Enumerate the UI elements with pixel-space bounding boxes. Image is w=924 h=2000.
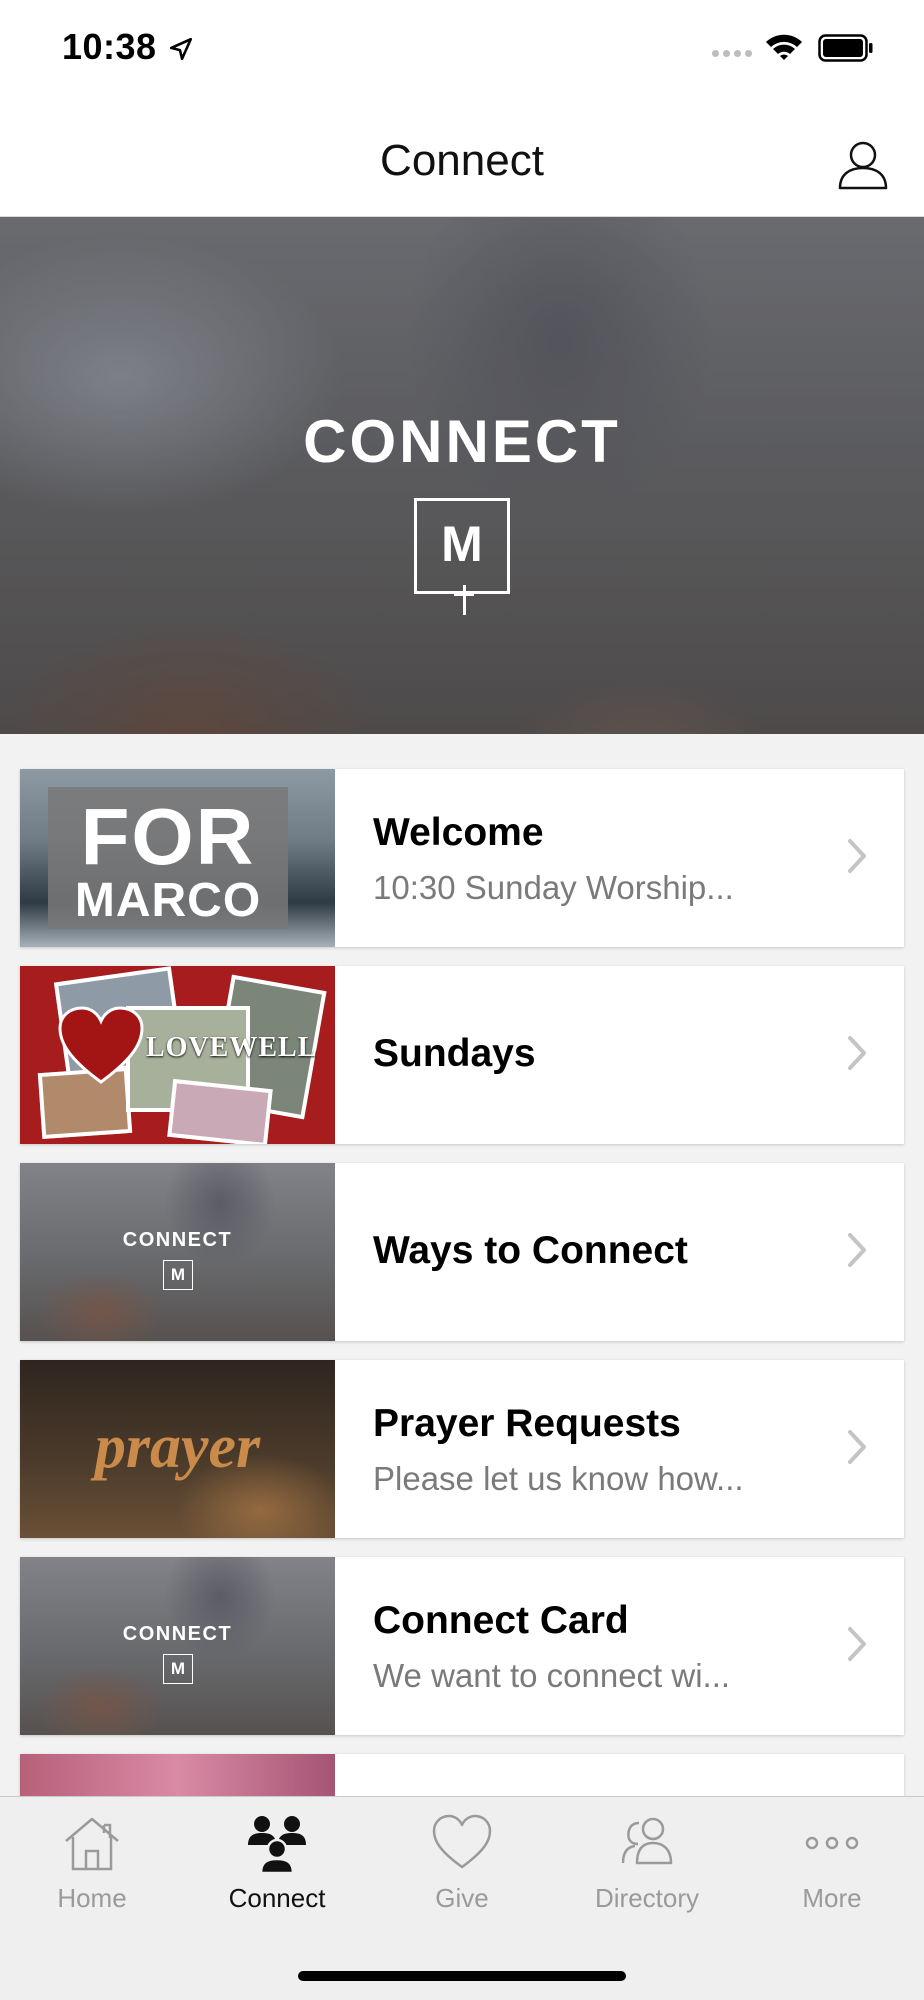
list-item-welcome[interactable]: FOR MARCO Welcome 10:30 Sunday Worship..… <box>20 769 904 947</box>
list-item-connect-card[interactable]: CONNECT M Connect Card We want to connec… <box>20 1557 904 1735</box>
people-icon <box>248 1816 306 1875</box>
profile-icon[interactable] <box>836 138 890 192</box>
list-item-ways-to-connect[interactable]: CONNECT M Ways to Connect <box>20 1163 904 1341</box>
tab-home[interactable]: Home <box>0 1811 184 1921</box>
list-item-subtitle: Please let us know how... <box>373 1460 744 1497</box>
hero-banner: CONNECT M <box>0 217 924 734</box>
prayer-thumbnail: prayer <box>20 1360 335 1538</box>
page-title: Connect <box>380 136 544 185</box>
church-logo: M <box>414 498 510 615</box>
list-item-subtitle: We want to connect wi... <box>373 1657 731 1694</box>
navigation-bar: Connect <box>0 100 924 217</box>
list-item-sundays[interactable]: LOVEWELL Sundays <box>20 966 904 1144</box>
connect-card-thumbnail: CONNECT M <box>20 1557 335 1735</box>
location-arrow-icon <box>169 37 193 61</box>
list-item-title: Welcome <box>373 811 544 854</box>
tab-connect[interactable]: Connect <box>185 1811 369 1921</box>
list-item-title: Sundays <box>373 1032 536 1075</box>
tab-directory[interactable]: Directory <box>555 1811 739 1921</box>
list-item-title: Ways to Connect <box>373 1229 688 1272</box>
chevron-right-icon <box>848 1233 866 1267</box>
contacts-icon <box>621 1817 673 1865</box>
tab-label: Give <box>435 1883 489 1913</box>
hero-title: CONNECT <box>303 408 621 475</box>
wifi-icon <box>766 34 802 60</box>
tab-give[interactable]: Give <box>370 1811 554 1921</box>
battery-icon <box>818 34 873 62</box>
tab-label: More <box>802 1883 862 1913</box>
list-item-prayer-requests[interactable]: prayer Prayer Requests Please let us kno… <box>20 1360 904 1538</box>
chevron-right-icon <box>848 1036 866 1070</box>
tab-label: Directory <box>594 1883 699 1913</box>
tab-bar: Home Connect Give Directory More <box>0 1796 924 2000</box>
more-icon <box>805 1836 859 1850</box>
list-item-title: Connect Card <box>373 1599 629 1642</box>
cellular-signal-icon <box>712 50 752 57</box>
home-indicator[interactable] <box>298 1971 626 1981</box>
sundays-thumbnail: LOVEWELL <box>20 966 335 1144</box>
welcome-thumbnail: FOR MARCO <box>20 769 335 947</box>
heart-icon <box>432 1814 492 1869</box>
house-icon <box>65 1817 119 1871</box>
list-item-subtitle: 10:30 Sunday Worship... <box>373 869 734 906</box>
chevron-right-icon <box>848 1430 866 1464</box>
tab-label: Home <box>57 1883 127 1913</box>
chevron-right-icon <box>848 1627 866 1661</box>
heart-icon <box>58 1006 144 1084</box>
status-bar: 10:38 <box>0 0 924 100</box>
ways-to-connect-thumbnail: CONNECT M <box>20 1163 335 1341</box>
status-time: 10:38 <box>62 26 157 67</box>
chevron-right-icon <box>848 839 866 873</box>
list-item-title: Prayer Requests <box>373 1402 681 1445</box>
tab-label: Connect <box>228 1883 326 1913</box>
tab-more[interactable]: More <box>740 1811 924 1921</box>
